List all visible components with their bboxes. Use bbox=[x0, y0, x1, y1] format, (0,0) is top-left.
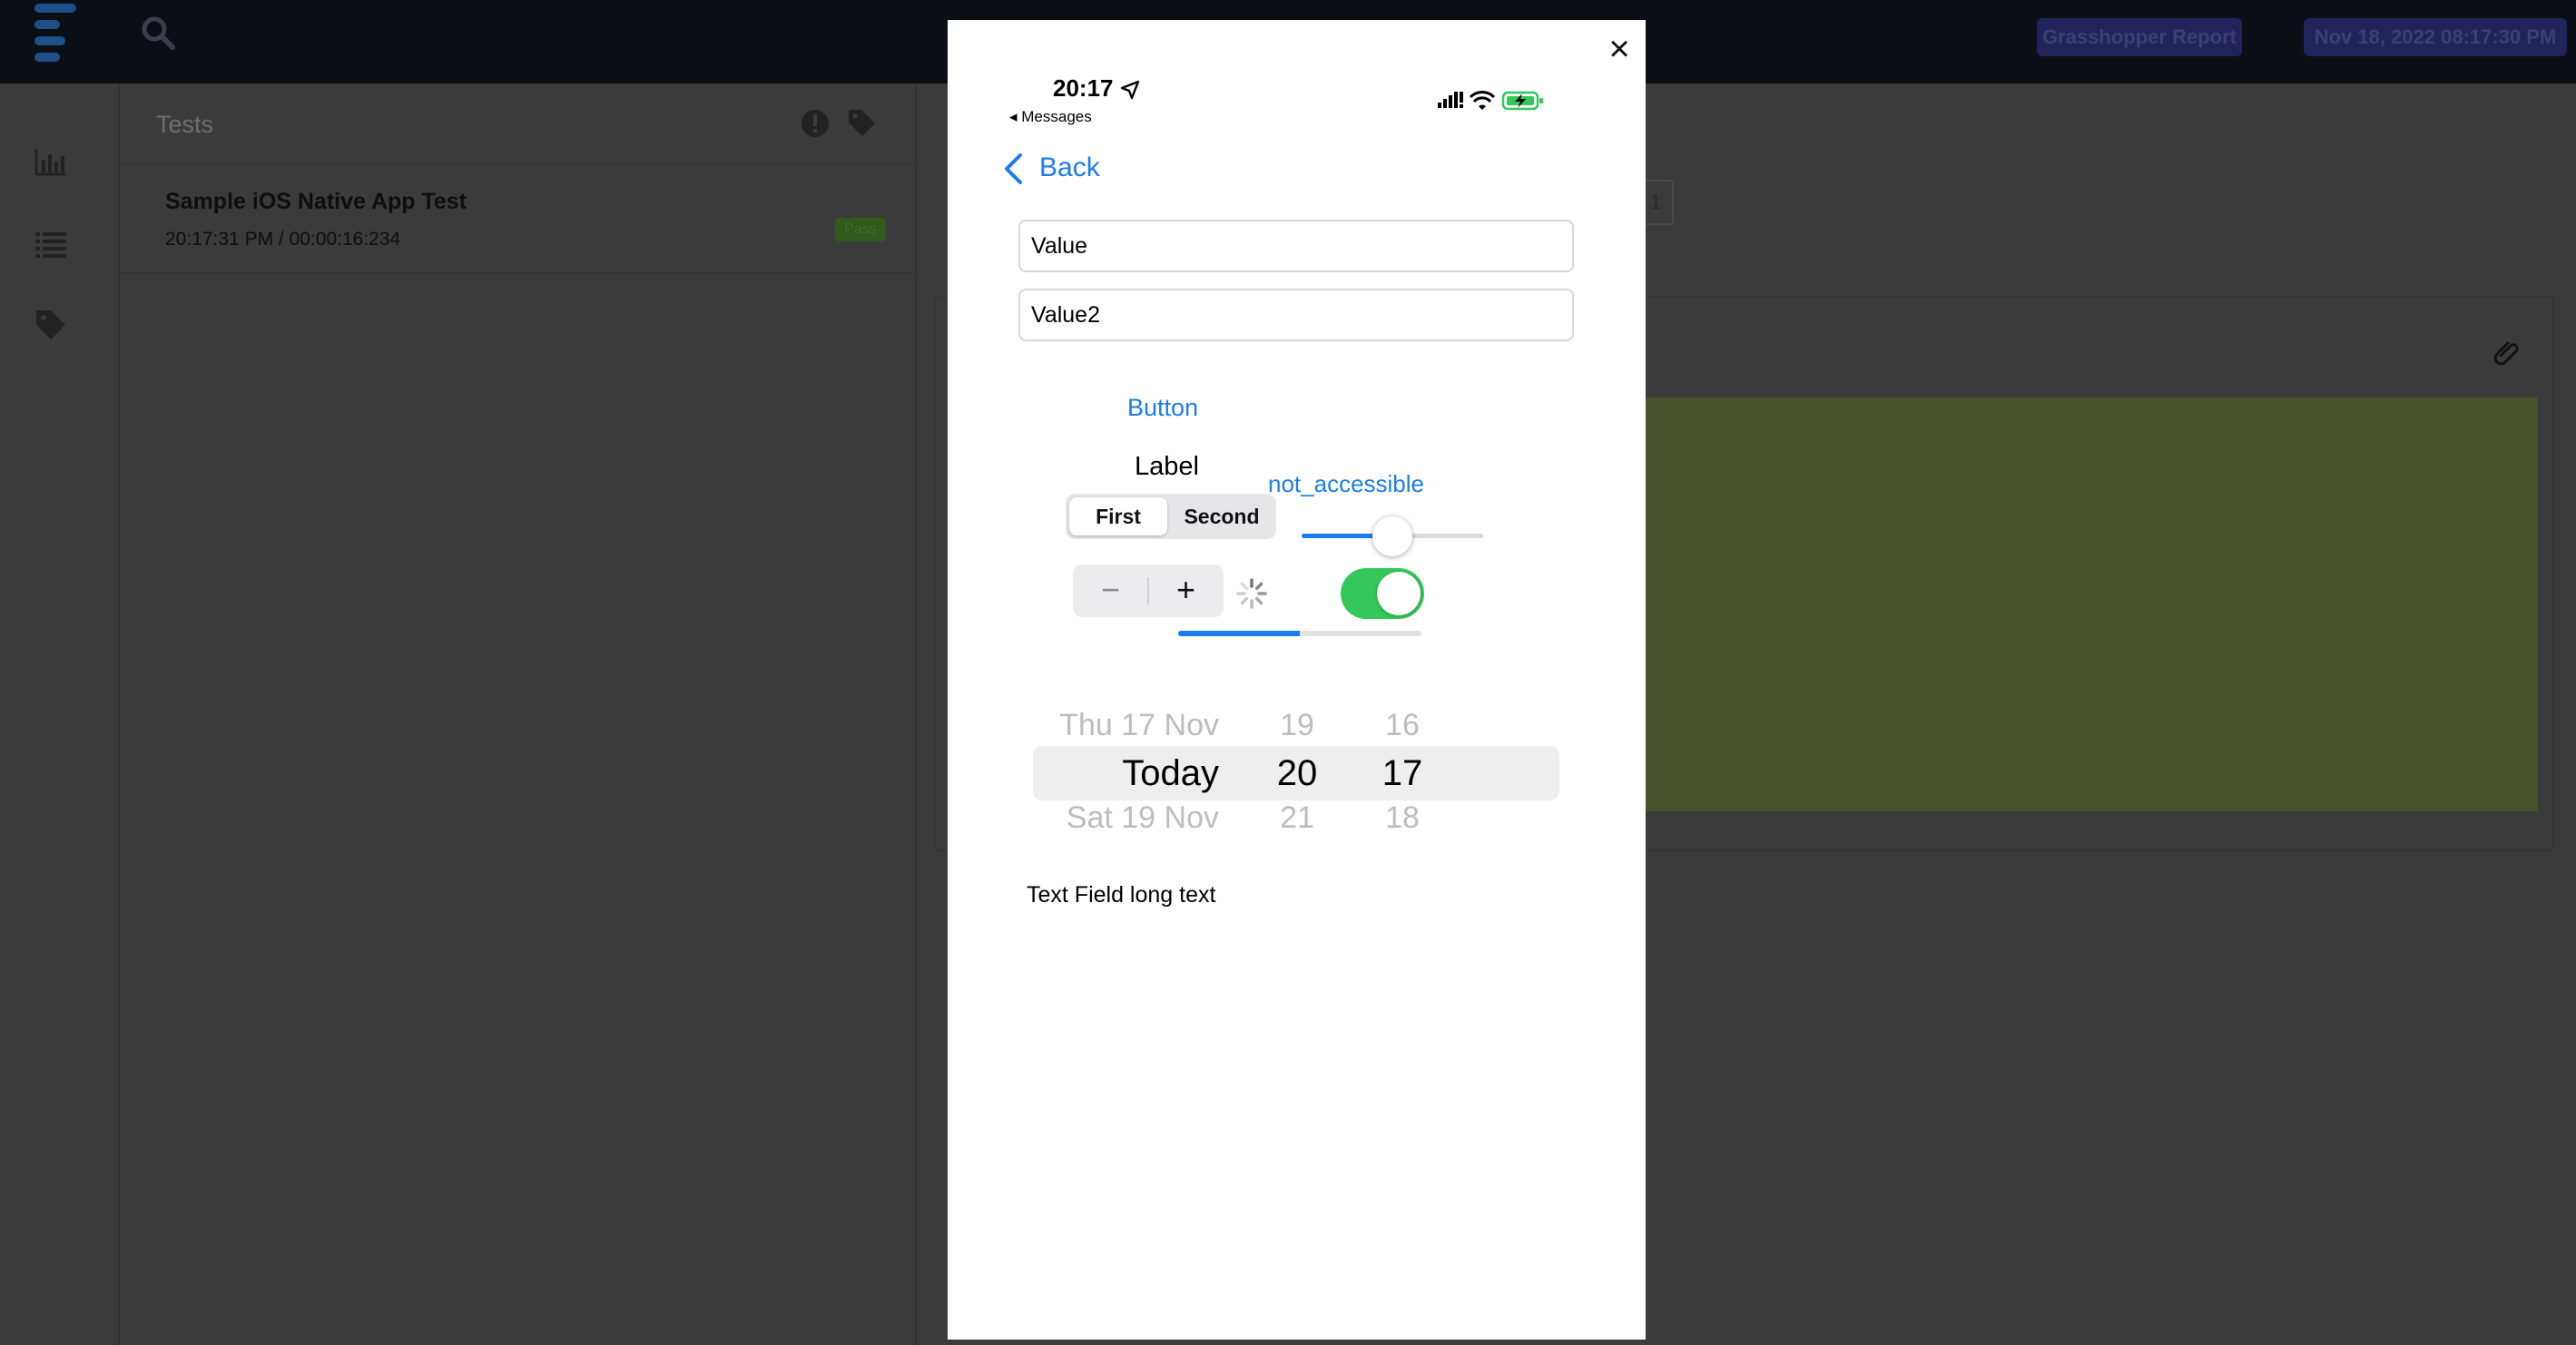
test-duration: 20:17:31 PM / 00:00:16:234 bbox=[165, 229, 401, 250]
picker-minute-row[interactable]: 16 bbox=[1380, 708, 1425, 743]
picker-date-row[interactable]: Sat 19 Nov bbox=[1067, 800, 1219, 836]
tag-icon[interactable] bbox=[33, 307, 69, 343]
test-name: Sample iOS Native App Test bbox=[165, 189, 467, 214]
picker-minute-row[interactable]: 18 bbox=[1380, 800, 1425, 836]
logo-bar bbox=[34, 20, 60, 29]
cellular-signal-icon bbox=[1438, 92, 1463, 108]
back-to-app-link[interactable]: ◂ Messages bbox=[1009, 108, 1092, 126]
ios-button[interactable]: Button bbox=[1127, 394, 1198, 422]
stepper-increment-button[interactable]: + bbox=[1148, 565, 1224, 617]
picker-date-row[interactable]: Thu 17 Nov bbox=[1059, 708, 1219, 743]
tag-count: 1 bbox=[1650, 191, 1662, 213]
back-label: Back bbox=[1039, 152, 1100, 182]
battery-charging-icon bbox=[1501, 91, 1543, 111]
picker-hour-selected[interactable]: 20 bbox=[1274, 753, 1320, 794]
panel-title: Tests bbox=[156, 111, 214, 138]
slider[interactable] bbox=[1302, 515, 1483, 557]
picker-date-selected[interactable]: Today bbox=[1122, 753, 1219, 794]
logo-bar bbox=[34, 4, 76, 13]
location-arrow-icon bbox=[1120, 80, 1140, 100]
progress-fill bbox=[1178, 631, 1300, 636]
text-field-value[interactable] bbox=[1018, 220, 1574, 272]
status-bar-time: 20:17 bbox=[1053, 74, 1114, 102]
segment-second[interactable]: Second bbox=[1171, 497, 1273, 535]
screenshot-modal: × 20:17 ◂ Messages Back Value Value2 But… bbox=[948, 20, 1646, 1340]
picker-hour-row[interactable]: 21 bbox=[1274, 800, 1320, 836]
side-navigation bbox=[0, 83, 120, 1345]
dashboard-chart-icon[interactable] bbox=[33, 143, 69, 180]
toggle-knob bbox=[1377, 572, 1421, 615]
stepper-decrement-button[interactable]: − bbox=[1073, 565, 1148, 617]
text-field-value2[interactable] bbox=[1018, 289, 1574, 341]
segment-first[interactable]: First bbox=[1069, 497, 1167, 535]
picker-minute-selected[interactable]: 17 bbox=[1380, 753, 1425, 794]
picker-hour-row[interactable]: 19 bbox=[1274, 708, 1320, 743]
report-name-badge: Grasshopper Report bbox=[2037, 18, 2242, 56]
logo-bar bbox=[34, 53, 60, 62]
status-bar-icons bbox=[1438, 91, 1543, 111]
report-datetime-badge: Nov 18, 2022 08:17:30 PM bbox=[2304, 18, 2567, 56]
long-text-field[interactable]: Text Field long text bbox=[1027, 882, 1215, 908]
result-area bbox=[1645, 398, 2538, 811]
search-icon[interactable] bbox=[140, 15, 176, 51]
activity-spinner-icon bbox=[1236, 578, 1267, 609]
toggle-switch[interactable] bbox=[1341, 568, 1424, 619]
wifi-icon bbox=[1469, 91, 1496, 110]
chevron-left-icon bbox=[1005, 153, 1022, 184]
paperclip-icon[interactable] bbox=[2492, 338, 2520, 365]
alert-icon[interactable] bbox=[799, 107, 831, 140]
slider-thumb[interactable] bbox=[1372, 516, 1412, 556]
tests-panel: Tests Sample iOS Native App Test 20:17:3… bbox=[120, 83, 917, 1345]
ios-label: Label bbox=[1135, 452, 1199, 481]
segmented-control: First Second bbox=[1066, 494, 1276, 539]
status-badge: Pass bbox=[835, 218, 886, 241]
app-logo[interactable] bbox=[34, 4, 85, 62]
stepper: − + bbox=[1073, 565, 1224, 617]
date-time-picker[interactable]: Thu 17 Nov Today Sat 19 Nov 19 20 21 16 … bbox=[1029, 663, 1568, 862]
not-accessible-element[interactable]: not_accessible bbox=[1268, 470, 1424, 498]
tags-icon[interactable] bbox=[846, 107, 879, 140]
list-icon[interactable] bbox=[33, 225, 69, 261]
test-list-item[interactable]: Sample iOS Native App Test 20:17:31 PM /… bbox=[120, 163, 915, 274]
progress-bar bbox=[1178, 631, 1421, 636]
logo-bar bbox=[34, 36, 65, 45]
close-button[interactable]: × bbox=[1601, 27, 1637, 71]
